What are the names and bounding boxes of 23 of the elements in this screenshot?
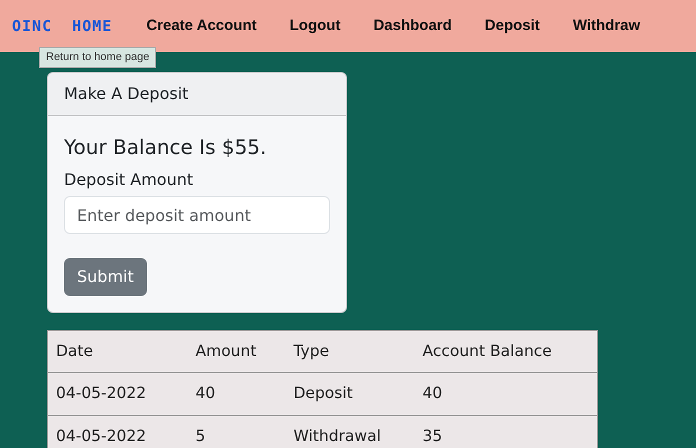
table-cell: 5 (188, 415, 286, 448)
nav-link[interactable]: Deposit (484, 14, 540, 38)
table-cell: 35 (414, 415, 598, 448)
balance-text: Your Balance Is $55. (64, 134, 268, 161)
table-cell: Deposit (286, 372, 414, 415)
input-field[interactable]: Enter deposit amount (64, 196, 330, 234)
column-header: Account Balance (414, 330, 598, 373)
nav-link[interactable]: Dashboard (373, 14, 452, 38)
table-cell: 40 (414, 372, 598, 415)
card-header: Make A Deposit (48, 73, 346, 116)
nav-link[interactable]: Withdraw (572, 14, 640, 38)
table-cell: 40 (188, 372, 286, 415)
column-header: Type (286, 330, 414, 373)
submit-button[interactable]: Submit (64, 258, 147, 296)
table-cell: 04-05-2022 (48, 372, 188, 415)
column-header: Date (48, 330, 188, 373)
table-cell: 04-05-2022 (48, 415, 188, 448)
tooltip: Return to home page (39, 47, 156, 68)
nav-link[interactable]: Create Account (146, 14, 257, 38)
nav-link[interactable]: Logout (290, 14, 340, 38)
column-header: Amount (188, 330, 286, 373)
field-label: Deposit Amount (64, 169, 194, 191)
table-cell: Withdrawal (286, 415, 414, 448)
